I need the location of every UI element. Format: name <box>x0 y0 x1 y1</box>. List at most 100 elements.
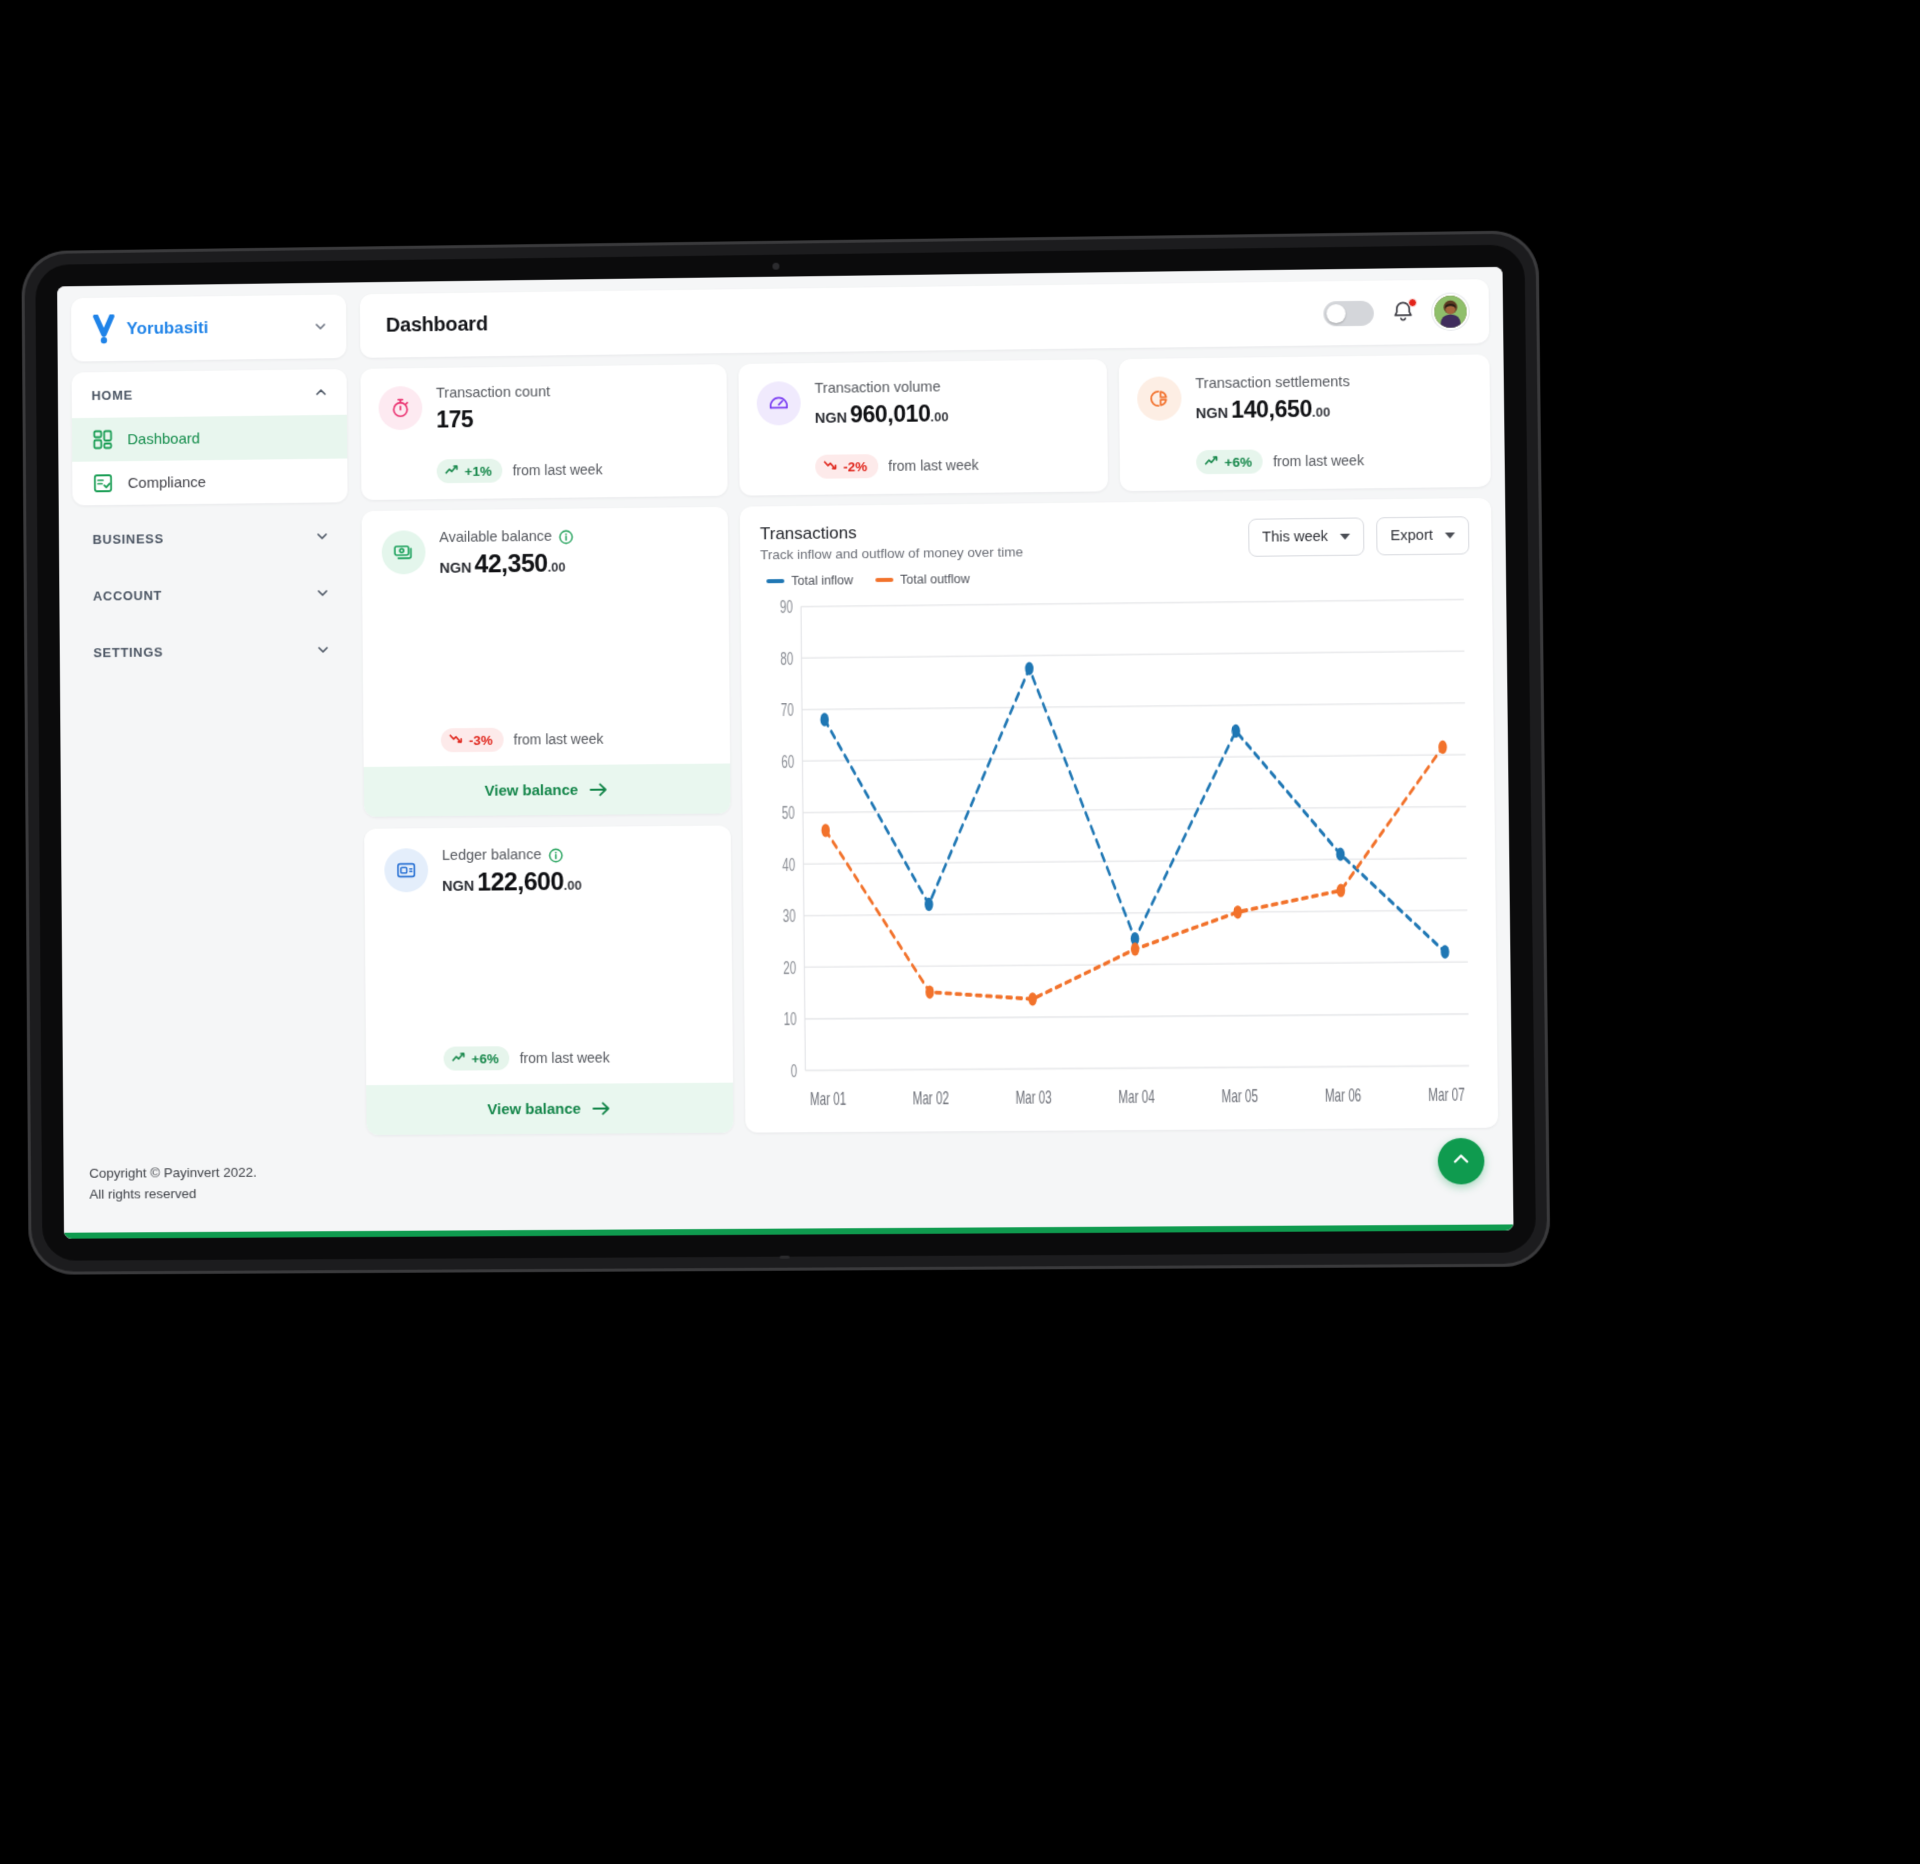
chevron-up-icon <box>1450 1148 1473 1175</box>
copyright-line-2: All rights reserved <box>89 1186 197 1202</box>
status-badge: +6% <box>1196 449 1264 475</box>
speedometer-icon <box>756 381 801 426</box>
balance-currency: NGN <box>442 878 475 895</box>
grid-dashboard-icon <box>92 429 114 451</box>
sidebar: Yorubasiti HOME Dashboard Compliance BUS… <box>71 294 353 1137</box>
balance-delta: +6% <box>471 1050 499 1066</box>
view-balance-button[interactable]: View balance <box>363 763 731 817</box>
user-avatar[interactable] <box>1432 293 1469 330</box>
svg-text:Mar 06: Mar 06 <box>1325 1086 1362 1107</box>
chevron-down-icon[interactable] <box>315 585 331 601</box>
chevron-down-icon[interactable] <box>315 642 331 658</box>
balance-card-body: Ledger balance NGN 122,600.00 +6% from l… <box>364 825 733 1085</box>
legend-label-inflow: Total inflow <box>791 573 854 588</box>
app-footer: Copyright © Payinvert 2022. All rights r… <box>63 1128 1513 1233</box>
kpi-card-transaction-settlements: Transaction settlements NGN 140,650.00 +… <box>1118 354 1491 492</box>
info-circle-icon[interactable] <box>559 529 574 544</box>
view-balance-label: View balance <box>487 1100 582 1118</box>
balance-delta-row: -3% from last week <box>440 710 710 753</box>
pie-chart-icon <box>1137 376 1182 421</box>
trend-down-icon <box>823 459 838 475</box>
view-balance-label: View balance <box>484 781 579 800</box>
legend-item-outflow[interactable]: Total outflow <box>875 572 970 587</box>
kpi-delta-row: +1% from last week <box>436 440 707 484</box>
copyright-text: Copyright © Payinvert 2022. All rights r… <box>89 1163 257 1206</box>
kpi-card-transaction-volume: Transaction volume NGN 960,010.00 -2% fr… <box>738 359 1109 496</box>
sidebar-item-compliance-label: Compliance <box>127 473 207 492</box>
status-badge: -2% <box>815 454 879 479</box>
svg-text:Mar 05: Mar 05 <box>1221 1087 1258 1108</box>
sidebar-group-business-label: BUSINESS <box>92 530 164 547</box>
banknotes-icon <box>381 530 426 575</box>
export-label: Export <box>1390 527 1433 545</box>
main-content: Dashboard Transaction count 175 +1% from… <box>359 279 1499 1136</box>
svg-text:10: 10 <box>784 1010 797 1030</box>
kpi-card-transaction-count: Transaction count 175 +1% from last week <box>360 364 728 501</box>
balance-delta-note: from last week <box>513 730 604 748</box>
balance-column: Available balance NGN 42,350.00 -3% from… <box>361 506 734 1136</box>
balance-delta-note: from last week <box>519 1049 610 1067</box>
balance-delta-row: +6% from last week <box>443 1029 713 1071</box>
caret-down-icon <box>1340 533 1351 540</box>
balance-value: NGN 42,350.00 <box>439 548 708 580</box>
kpi-amount: 175 <box>436 406 474 433</box>
front-camera <box>772 262 780 270</box>
legend-item-inflow[interactable]: Total inflow <box>766 573 853 588</box>
sidebar-group-settings-header[interactable]: SETTINGS <box>73 627 349 676</box>
chart-subtitle: Track inflow and outflow of money over t… <box>760 544 1024 563</box>
svg-text:60: 60 <box>781 752 794 772</box>
scroll-to-top-button[interactable] <box>1437 1137 1485 1185</box>
chevron-down-icon[interactable] <box>312 319 328 335</box>
app-body: Yorubasiti HOME Dashboard Compliance BUS… <box>57 267 1512 1137</box>
kpi-row: Transaction count 175 +1% from last week… <box>360 354 1491 501</box>
export-dropdown[interactable]: Export <box>1376 516 1470 556</box>
legend-swatch-outflow <box>875 577 894 583</box>
balance-card-body: Available balance NGN 42,350.00 -3% from… <box>362 507 731 767</box>
lower-row: Available balance NGN 42,350.00 -3% from… <box>361 497 1499 1136</box>
topbar: Dashboard <box>359 279 1490 358</box>
kpi-delta-note: from last week <box>1273 452 1365 470</box>
status-badge: +6% <box>443 1046 510 1071</box>
kpi-value: NGN 960,010.00 <box>815 399 1088 429</box>
svg-text:70: 70 <box>781 700 794 720</box>
sidebar-item-compliance[interactable]: Compliance <box>72 458 347 505</box>
trend-up-icon <box>1204 454 1219 470</box>
kpi-delta: +6% <box>1224 454 1253 470</box>
chevron-down-icon[interactable] <box>314 528 330 544</box>
svg-text:0: 0 <box>791 1061 798 1081</box>
sidebar-group-account-label: ACCOUNT <box>92 587 163 604</box>
wallet-card-icon <box>384 848 429 893</box>
balance-value: NGN 122,600.00 <box>442 867 711 898</box>
trend-up-icon <box>451 1051 466 1067</box>
balance-label: Ledger balance <box>441 847 542 864</box>
sidebar-item-dashboard[interactable]: Dashboard <box>71 414 348 462</box>
transactions-chart-card: Transactions Track inflow and outflow of… <box>739 497 1499 1133</box>
arrow-right-icon <box>589 782 609 798</box>
balance-card-ledger: Ledger balance NGN 122,600.00 +6% from l… <box>364 825 734 1136</box>
kpi-label: Transaction settlements <box>1195 374 1350 393</box>
chevron-up-icon[interactable] <box>313 384 329 400</box>
bell-icon[interactable] <box>1390 298 1418 325</box>
sidebar-group-business-header[interactable]: BUSINESS <box>73 513 348 562</box>
info-circle-icon[interactable] <box>548 847 563 862</box>
balance-amount: 122,600 <box>477 867 564 897</box>
sidebar-group-account-header[interactable]: ACCOUNT <box>73 570 349 619</box>
notification-dot <box>1407 298 1418 308</box>
sidebar-item-dashboard-label: Dashboard <box>127 429 200 448</box>
device-screen: Yorubasiti HOME Dashboard Compliance BUS… <box>57 266 1514 1239</box>
date-range-dropdown[interactable]: This week <box>1247 517 1365 557</box>
sidebar-group-home-header[interactable]: HOME <box>72 369 347 418</box>
chart-controls: This week Export <box>1247 516 1470 557</box>
mode-toggle[interactable] <box>1323 300 1374 326</box>
home-indicator <box>779 1255 790 1259</box>
sidebar-group-home-label: HOME <box>91 387 133 403</box>
kpi-delta-row: +6% from last week <box>1196 431 1471 475</box>
date-range-label: This week <box>1262 528 1329 546</box>
sidebar-group-settings: SETTINGS <box>73 627 349 676</box>
brand-switcher[interactable]: Yorubasiti <box>71 294 347 362</box>
view-balance-button[interactable]: View balance <box>366 1082 734 1136</box>
kpi-delta-note: from last week <box>512 461 603 479</box>
status-badge: -3% <box>440 727 504 753</box>
sidebar-group-settings-label: SETTINGS <box>93 644 164 660</box>
caret-down-icon <box>1444 532 1456 539</box>
